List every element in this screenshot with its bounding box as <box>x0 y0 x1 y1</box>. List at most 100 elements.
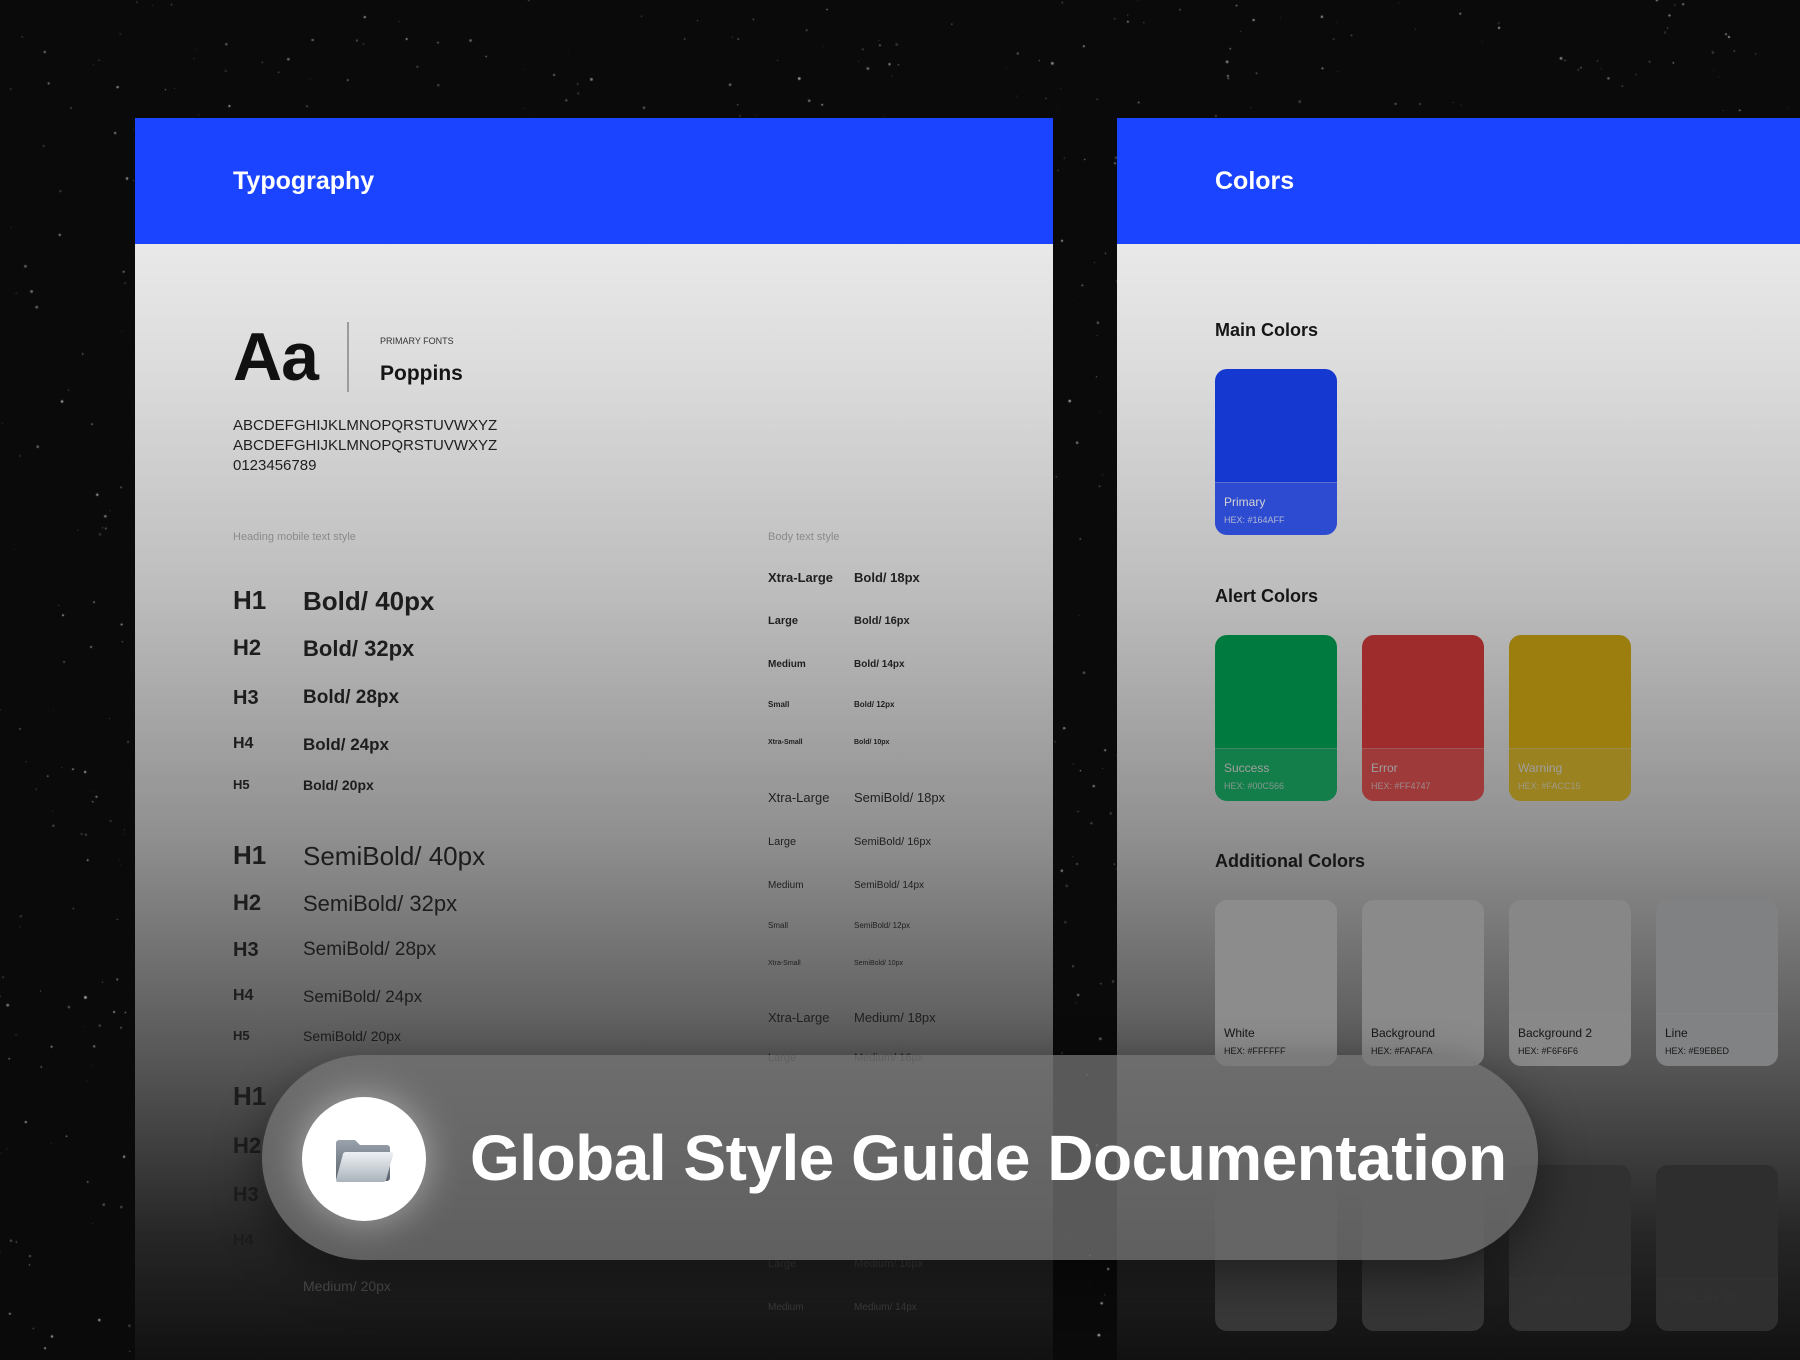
heading-level-label: H4 <box>233 735 254 752</box>
body-size-label: Large <box>768 615 798 627</box>
heading-spec-label: SemiBold/ 28px <box>303 939 437 960</box>
heading-spec-label: Medium/ 20px <box>303 1278 391 1294</box>
swatch-name: Greyscale 30 <box>1518 1291 1589 1305</box>
body-spec-label: Bold/ 12px <box>854 700 895 709</box>
folder-icon-badge <box>302 1097 426 1221</box>
additional-colors-title: Additional Colors <box>1215 851 1365 871</box>
font-sample-glyph: Aa <box>233 319 319 395</box>
body-spec-label: SemiBold/ 16px <box>854 836 932 848</box>
primary-font-name: Poppins <box>380 362 463 385</box>
colors-header: Colors <box>1117 118 1800 244</box>
body-size-label: Xtra-Large <box>768 570 834 585</box>
font-divider <box>347 322 349 392</box>
swatch-name: Primary <box>1224 495 1266 509</box>
alphabet-uppercase-2: ABCDEFGHIJKLMNOPQRSTUVWXYZ <box>233 437 498 454</box>
title-banner: Global Style Guide Documentation <box>262 1055 1538 1260</box>
heading-level-label: H5 <box>233 1028 250 1043</box>
alert-colors-title: Alert Colors <box>1215 586 1319 606</box>
swatch-hex: HEX: #164AFF <box>1224 515 1285 525</box>
swatch-footer: Error HEX: #FF4747 <box>1362 748 1484 801</box>
body-spec-label: Bold/ 16px <box>854 615 910 627</box>
heading-spec-label: Bold/ 32px <box>303 636 415 661</box>
swatch-hex: HEX: #E9EBED <box>1665 1046 1730 1056</box>
heading-level-label: H3 <box>233 1184 259 1206</box>
heading-level-label: H1 <box>233 1081 267 1111</box>
color-swatch: Background HEX: #FAFAFA <box>1362 900 1484 1066</box>
body-size-label: Xtra-Small <box>768 739 803 746</box>
swatch-footer: Line HEX: #E9EBED <box>1656 1013 1778 1066</box>
body-spec-label: Bold/ 14px <box>854 659 905 670</box>
body-size-label: Large <box>768 836 797 848</box>
swatch-footer: Background 2 HEX: #F6F6F6 <box>1509 1013 1631 1066</box>
swatch-hex: HEX: #FF4747 <box>1371 781 1431 791</box>
heading-level-label: H2 <box>233 890 262 915</box>
heading-level-label: H1 <box>233 585 267 615</box>
color-swatch: Warning HEX: #FACC15 <box>1509 635 1631 801</box>
heading-spec-label: Bold/ 20px <box>303 777 374 793</box>
swatch-hex: HEX: #00C566 <box>1224 781 1285 791</box>
heading-level-label: H2 <box>233 635 262 660</box>
heading-level-label: H4 <box>233 1232 254 1249</box>
color-swatch: Background 2 HEX: #F6F6F6 <box>1509 900 1631 1066</box>
swatch-name: Greyscale 20 <box>1371 1291 1442 1305</box>
body-size-label: Xtra-Small <box>768 960 801 967</box>
heading-spec-label: SemiBold/ 32px <box>303 891 458 916</box>
swatch-name: White <box>1224 1026 1255 1040</box>
body-spec-label: SemiBold/ 14px <box>854 880 925 891</box>
heading-spec-label: SemiBold/ 20px <box>303 1028 402 1044</box>
swatch-name: Background <box>1371 1026 1436 1040</box>
color-swatch: Greyscale 40 <box>1656 1165 1778 1331</box>
swatch-name: Warning <box>1518 761 1563 775</box>
swatch-footer: Primary HEX: #164AFF <box>1215 482 1337 535</box>
body-spec-label: Medium/ 18px <box>854 1010 936 1025</box>
color-swatch: Success HEX: #00C566 <box>1215 635 1337 801</box>
swatch-name: Success <box>1224 761 1270 775</box>
heading-spec-label: Bold/ 24px <box>303 735 389 754</box>
heading-spec-label: SemiBold/ 40px <box>303 841 486 871</box>
typography-header: Typography <box>135 118 1053 244</box>
folder-icon <box>336 1140 394 1183</box>
body-size-label: Medium <box>768 1302 804 1313</box>
heading-level-label: H4 <box>233 987 254 1004</box>
swatch-name: Background 2 <box>1518 1026 1593 1040</box>
body-size-label: Xtra-Large <box>768 1010 830 1025</box>
body-spec-label: SemiBold/ 10px <box>854 960 904 967</box>
swatch-name: Line <box>1665 1026 1688 1040</box>
swatch-footer: Greyscale 30 <box>1509 1278 1631 1331</box>
heading-level-label: H5 <box>233 1278 250 1293</box>
swatch-footer: Greyscale 10 HEX: #FFFFFF <box>1215 1278 1337 1331</box>
body-size-label: Xtra-Large <box>768 790 830 805</box>
typography-title: Typography <box>233 166 375 195</box>
swatch-hex: HEX: #F6F6F6 <box>1518 1046 1579 1056</box>
heading-style-label: Heading mobile text style <box>233 531 356 543</box>
body-spec-label: Bold/ 10px <box>854 739 890 746</box>
body-spec-label: Bold/ 18px <box>854 570 920 585</box>
colors-title: Colors <box>1215 166 1295 195</box>
color-swatch: Primary HEX: #164AFF <box>1215 369 1337 535</box>
heading-spec-label: Bold/ 28px <box>303 687 400 708</box>
heading-spec-label: Bold/ 40px <box>303 586 435 616</box>
swatch-footer: Warning HEX: #FACC15 <box>1509 748 1631 801</box>
character-set: ABCDEFGHIJKLMNOPQRSTUVWXYZ ABCDEFGHIJKLM… <box>233 416 497 476</box>
body-spec-label: Medium/ 14px <box>854 1302 917 1313</box>
swatch-hex: HEX: #FFFFFF <box>1224 1311 1286 1321</box>
color-swatch: White HEX: #FFFFFF <box>1215 900 1337 1066</box>
heading-level-label: H1 <box>233 840 267 870</box>
body-spec-label: SemiBold/ 18px <box>854 790 946 805</box>
primary-fonts-label: PRIMARY FONTS <box>380 336 454 346</box>
heading-spec-label: SemiBold/ 24px <box>303 987 423 1006</box>
swatch-name: Greyscale 10 <box>1224 1291 1295 1305</box>
body-size-label: Medium <box>768 659 806 670</box>
swatch-footer: Greyscale 20 <box>1362 1278 1484 1331</box>
heading-level-label: H2 <box>233 1133 262 1158</box>
banner-title: Global Style Guide Documentation <box>470 1122 1507 1194</box>
main-colors-title: Main Colors <box>1215 320 1319 340</box>
body-style-label: Body text style <box>768 531 840 543</box>
color-swatch: Line HEX: #E9EBED <box>1656 900 1778 1066</box>
body-size-label: Small <box>768 700 790 709</box>
swatch-name: Error <box>1371 761 1398 775</box>
alphabet-uppercase: ABCDEFGHIJKLMNOPQRSTUVWXYZ <box>233 417 498 434</box>
digits: 0123456789 <box>233 457 317 474</box>
swatch-footer: Success HEX: #00C566 <box>1215 748 1337 801</box>
heading-level-label: H3 <box>233 687 259 709</box>
